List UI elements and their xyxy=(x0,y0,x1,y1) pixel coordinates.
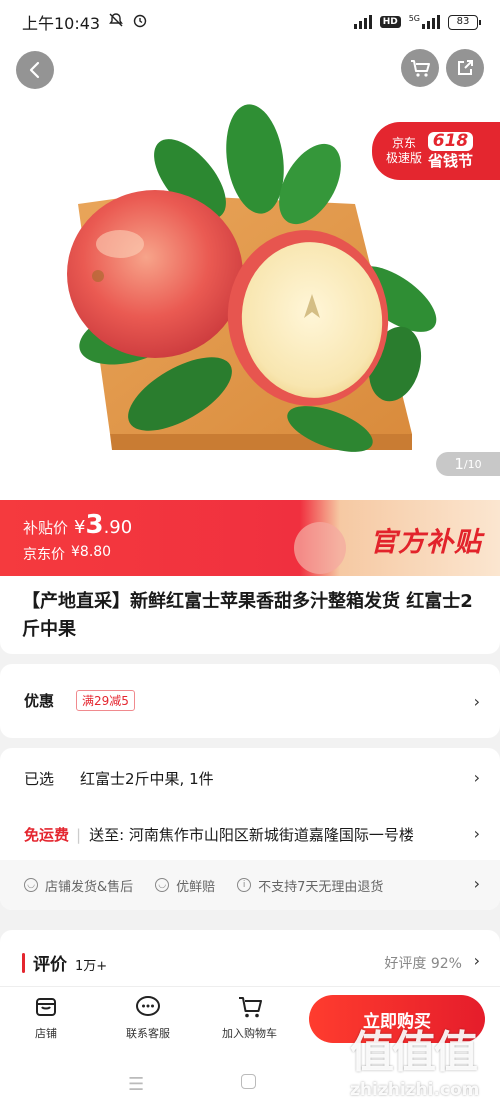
chevron-right-icon: › xyxy=(473,874,480,893)
mute-icon xyxy=(108,12,124,32)
status-bar: 上午10:43 HD 5G 83 xyxy=(0,0,500,44)
status-time: 上午10:43 xyxy=(22,14,101,33)
chevron-right-icon: › xyxy=(473,824,480,843)
review-title: 评价 xyxy=(33,955,67,975)
subsidy-price-row: 补贴价 ¥3.90 xyxy=(23,510,132,540)
positive-rate: 好评度 92% xyxy=(384,956,462,972)
chat-icon xyxy=(136,996,160,1016)
service-item: ◡ 优鲜赔 xyxy=(155,876,215,895)
site-watermark: 值值值 zhizhizhi.com xyxy=(350,1028,500,1110)
store-button[interactable]: 店铺 xyxy=(34,995,58,1041)
section-accent-bar xyxy=(22,952,25,973)
signal-icon-2 xyxy=(422,15,440,29)
add-to-cart-label: 加入购物车 xyxy=(222,1027,277,1040)
cart-icon xyxy=(411,60,430,77)
chevron-right-icon: › xyxy=(473,768,480,787)
official-subsidy-label: 官方补贴 xyxy=(370,527,482,558)
store-label: 店铺 xyxy=(35,1027,57,1040)
free-shipping-label: 免运费 xyxy=(24,826,70,844)
product-gallery[interactable]: 京东 极速版 618 省钱节 1/10 xyxy=(0,44,500,500)
info-icon: i xyxy=(237,878,252,892)
product-title: 【产地直采】新鲜红富士苹果香甜多汁整箱发货 红富士2斤中果 xyxy=(22,591,473,640)
promo-number: 618 xyxy=(428,131,474,151)
back-button[interactable] xyxy=(16,51,54,89)
coupon-badge: 满29减5 xyxy=(76,690,135,711)
image-counter: 1/10 xyxy=(436,452,500,476)
battery-icon: 83 xyxy=(448,14,481,30)
add-to-cart-button[interactable]: 加入购物车 xyxy=(222,995,277,1041)
price-bar: 补贴价 ¥3.90 京东价 ¥8.80 官方补贴 xyxy=(0,500,500,576)
smile-icon: ◡ xyxy=(155,878,170,892)
customer-service-label: 联系客服 xyxy=(126,1027,170,1040)
hd-badge: HD xyxy=(379,16,401,28)
alarm-icon xyxy=(132,12,148,32)
review-header: 评价 1万+ xyxy=(22,950,107,975)
subsidy-label: 补贴价 xyxy=(23,519,69,537)
watermark-logo: 值值值 xyxy=(350,1027,478,1078)
service-item: ◡ 店铺发货&售后 xyxy=(24,876,133,895)
discount-label: 优惠 xyxy=(24,692,55,710)
store-icon xyxy=(36,998,56,1016)
promo-brand: 京东 极速版 xyxy=(386,136,423,165)
service-item: i 不支持7天无理由退货 xyxy=(237,876,383,895)
chevron-left-icon xyxy=(29,61,40,79)
coin-decoration xyxy=(294,522,346,574)
cart-button-top[interactable] xyxy=(401,49,439,87)
jd-price-label: 京东价 xyxy=(23,547,65,563)
promo-main: 618 省钱节 xyxy=(428,131,474,171)
product-image xyxy=(67,104,437,452)
divider: | xyxy=(76,825,82,844)
share-icon xyxy=(458,60,473,75)
status-right: HD 5G 83 xyxy=(353,13,481,30)
customer-service-button[interactable]: 联系客服 xyxy=(126,995,170,1041)
selection-card: 已选 红富士2斤中果, 1件 › 免运费 | 送至: 河南焦作市山阳区新城街道嘉… xyxy=(0,748,500,910)
selected-value: 红富士2斤中果, 1件 xyxy=(80,770,214,788)
jd-price-row: 京东价 ¥8.80 xyxy=(23,544,132,564)
chevron-right-icon: › xyxy=(473,692,480,711)
product-title-card: 【产地直采】新鲜红富士苹果香甜多汁整箱发货 红富士2斤中果 xyxy=(0,576,500,654)
selected-label: 已选 xyxy=(24,770,55,788)
chevron-right-icon: › xyxy=(473,951,480,970)
home-icon[interactable] xyxy=(241,1074,256,1089)
discount-row[interactable]: 优惠 满29减5 › xyxy=(0,664,500,738)
cart-icon xyxy=(238,997,262,1018)
image-counter-total: /10 xyxy=(463,457,482,471)
ship-to-address: 送至: 河南焦作市山阳区新城街道嘉隆国际一号楼 xyxy=(89,826,414,844)
smile-icon: ◡ xyxy=(24,878,38,892)
subsidy-price: ¥3.90 xyxy=(74,510,133,540)
product-detail-page: 上午10:43 HD 5G 83 京东 极速版 618 省钱节 1 /10 补贴… xyxy=(0,0,500,1111)
signal-icon xyxy=(353,15,372,29)
price-block: 补贴价 ¥3.90 京东价 ¥8.80 xyxy=(23,510,132,564)
selected-spec-row[interactable]: 已选 红富士2斤中果, 1件 xyxy=(24,768,480,789)
network-gen: 5G xyxy=(408,13,420,23)
watermark-site: zhizhizhi.com xyxy=(350,1080,480,1100)
promo-text: 省钱节 xyxy=(428,151,474,170)
service-guarantees[interactable]: ◡ 店铺发货&售后 ◡ 优鲜赔 i 不支持7天无理由退货 › xyxy=(0,860,500,910)
share-button[interactable] xyxy=(446,49,484,87)
jd-price-value: ¥8.80 xyxy=(71,544,112,560)
discount-content: 优惠 满29减5 xyxy=(24,690,480,711)
image-counter-current: 1 xyxy=(454,455,464,473)
promo-618-badge[interactable]: 京东 极速版 618 省钱节 xyxy=(372,122,500,180)
menu-icon[interactable]: ☰ xyxy=(128,1074,144,1095)
review-count: 1万+ xyxy=(75,958,108,974)
shipping-row[interactable]: 免运费 | 送至: 河南焦作市山阳区新城街道嘉隆国际一号楼 xyxy=(24,824,480,845)
